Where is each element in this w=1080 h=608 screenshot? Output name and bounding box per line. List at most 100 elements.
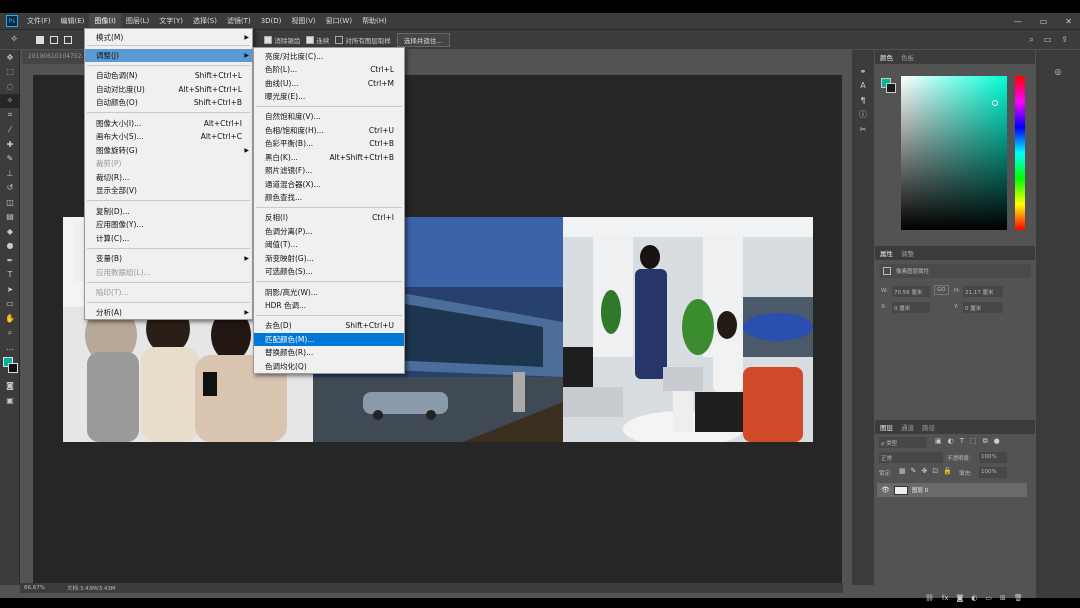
adj-desaturate[interactable]: 去色(D) Shift+Ctrl+U bbox=[254, 319, 404, 332]
crop-tool-icon[interactable]: ⌗ bbox=[0, 108, 20, 123]
hand-tool-icon[interactable]: ✋ bbox=[0, 311, 20, 326]
adj-equalize[interactable]: 色调均化(Q) bbox=[254, 360, 404, 373]
color-picker-field[interactable] bbox=[901, 76, 1007, 230]
y-field[interactable]: 0 厘米 bbox=[963, 302, 1003, 313]
adj-photo-filter[interactable]: 照片滤镜(F)... bbox=[254, 164, 404, 177]
height-field[interactable]: 21.17 厘米 bbox=[963, 286, 1003, 297]
add-mask-icon[interactable]: ◙ bbox=[957, 594, 964, 602]
adjust-filter-icon[interactable]: ◐ bbox=[948, 437, 954, 446]
blend-mode-select[interactable]: 正常 bbox=[879, 452, 943, 463]
healing-tool-icon[interactable]: ✚ bbox=[0, 137, 20, 152]
adj-invert[interactable]: 反相(I) Ctrl+I bbox=[254, 211, 404, 224]
subtract-selection-icon[interactable] bbox=[64, 35, 73, 44]
share-icon[interactable]: ⇪ bbox=[1061, 35, 1068, 45]
move-tool-icon[interactable]: ✥ bbox=[0, 50, 20, 65]
menu-window[interactable]: 窗口(W) bbox=[321, 13, 357, 29]
x-field[interactable]: 0 厘米 bbox=[892, 302, 930, 313]
new-selection-icon[interactable] bbox=[36, 35, 45, 44]
new-group-icon[interactable]: ▭ bbox=[985, 594, 992, 602]
contiguous-check[interactable]: 连续 bbox=[306, 35, 329, 45]
brush-tool-icon[interactable]: ✎ bbox=[0, 152, 20, 167]
eraser-tool-icon[interactable]: ◫ bbox=[0, 195, 20, 210]
type-filter-icon[interactable]: T bbox=[960, 437, 964, 446]
adj-posterize[interactable]: 色调分离(P)... bbox=[254, 225, 404, 238]
lock-pixels-icon[interactable]: ▦ bbox=[899, 467, 906, 475]
opacity-field[interactable]: 100% bbox=[979, 452, 1007, 463]
adj-hdr-toning[interactable]: HDR 色调... bbox=[254, 299, 404, 312]
lock-artboard-icon[interactable]: ⊡ bbox=[932, 467, 938, 475]
dodge-tool-icon[interactable]: ● bbox=[0, 239, 20, 254]
gradient-tool-icon[interactable]: ▤ bbox=[0, 210, 20, 225]
blur-tool-icon[interactable]: ◆ bbox=[0, 224, 20, 239]
width-field[interactable]: 70.56 厘米 bbox=[892, 286, 930, 297]
eye-icon[interactable]: 👁 bbox=[881, 486, 890, 494]
menu-select[interactable]: 选择(S) bbox=[188, 13, 222, 29]
layer-filter-select[interactable]: ρ 类型 bbox=[879, 437, 927, 448]
menu-3d[interactable]: 3D(D) bbox=[256, 13, 287, 29]
magic-wand-icon[interactable]: ✧ bbox=[10, 34, 18, 45]
zoom-tool-icon[interactable]: ⌕ bbox=[0, 326, 20, 341]
filter-toggle-icon[interactable]: ● bbox=[994, 437, 1000, 446]
menu-image[interactable]: 图像(I) bbox=[89, 13, 121, 29]
lasso-tool-icon[interactable]: ◌ bbox=[0, 79, 20, 94]
close-icon[interactable]: ✕ bbox=[1065, 17, 1072, 26]
menu-apply-image[interactable]: 应用图像(Y)... bbox=[85, 218, 252, 231]
menu-layer[interactable]: 图层(L) bbox=[121, 13, 154, 29]
menu-calculations[interactable]: 计算(C)... bbox=[85, 232, 252, 245]
eyedropper-tool-icon[interactable]: ⁄ bbox=[0, 123, 20, 138]
menu-file[interactable]: 文件(F) bbox=[22, 13, 56, 29]
minimize-icon[interactable]: — bbox=[1014, 17, 1022, 26]
menu-auto-contrast[interactable]: 自动对比度(U) Alt+Shift+Ctrl+L bbox=[85, 83, 252, 96]
tab-color[interactable]: 颜色 bbox=[880, 52, 893, 62]
path-select-icon[interactable]: ➤ bbox=[0, 282, 20, 297]
menu-filter[interactable]: 滤镜(T) bbox=[222, 13, 256, 29]
adj-shadows-highlights[interactable]: 阴影/高光(W)... bbox=[254, 286, 404, 299]
libraries-icon[interactable]: ◎ bbox=[1036, 64, 1080, 79]
actions-icon[interactable]: ✂ bbox=[852, 122, 874, 137]
menu-image-rotation[interactable]: 图像旋转(G) ▶ bbox=[85, 144, 252, 157]
adj-color-balance[interactable]: 色彩平衡(B)... Ctrl+B bbox=[254, 137, 404, 150]
fill-field[interactable]: 100% bbox=[979, 467, 1007, 478]
tab-swatches[interactable]: 色板 bbox=[901, 52, 914, 62]
workspace-icon[interactable]: ▭ bbox=[1044, 35, 1052, 45]
color-swatches-icon[interactable] bbox=[0, 355, 20, 379]
picker-cursor[interactable] bbox=[992, 100, 998, 106]
menu-canvas-size[interactable]: 画布大小(S)... Alt+Ctrl+C bbox=[85, 130, 252, 143]
more-tools-icon[interactable]: … bbox=[0, 340, 20, 355]
menu-analysis[interactable]: 分析(A) ▶ bbox=[85, 306, 252, 319]
adj-threshold[interactable]: 阈值(T)... bbox=[254, 238, 404, 251]
adjustment-layer-icon[interactable]: ◐ bbox=[971, 594, 977, 602]
menu-reveal-all[interactable]: 显示全部(V) bbox=[85, 184, 252, 197]
menu-auto-color[interactable]: 自动颜色(O) Shift+Ctrl+B bbox=[85, 96, 252, 109]
adj-match-color[interactable]: 匹配颜色(M)... bbox=[254, 333, 404, 346]
shape-tool-icon[interactable]: ▭ bbox=[0, 297, 20, 312]
adj-exposure[interactable]: 曝光度(E)... bbox=[254, 90, 404, 103]
menu-trim[interactable]: 裁切(R)... bbox=[85, 171, 252, 184]
tab-channels[interactable]: 通道 bbox=[901, 422, 914, 432]
link-icon[interactable]: GO bbox=[934, 285, 949, 295]
search-icon[interactable]: ⌕ bbox=[1029, 35, 1033, 45]
tab-properties[interactable]: 属性 bbox=[880, 248, 893, 258]
tab-paths[interactable]: 路径 bbox=[922, 422, 935, 432]
menu-variables[interactable]: 变量(B) ▶ bbox=[85, 252, 252, 265]
zoom-level[interactable]: 66.67% bbox=[24, 585, 45, 591]
pen-tool-icon[interactable]: ✒ bbox=[0, 253, 20, 268]
menu-auto-tone[interactable]: 自动色调(N) Shift+Ctrl+L bbox=[85, 69, 252, 82]
adj-channel-mixer[interactable]: 通道混合器(X)... bbox=[254, 178, 404, 191]
add-selection-icon[interactable] bbox=[50, 35, 59, 44]
smart-filter-icon[interactable]: ⧉ bbox=[983, 437, 988, 446]
history-icon[interactable]: ⚭ bbox=[852, 64, 874, 79]
shape-filter-icon[interactable]: ⬚ bbox=[970, 437, 977, 446]
adj-vibrance[interactable]: 自然饱和度(V)... bbox=[254, 110, 404, 123]
layer-style-icon[interactable]: fx bbox=[942, 594, 949, 602]
type-tool-icon[interactable]: T bbox=[0, 268, 20, 283]
anti-alias-check[interactable]: 消除锯齿 bbox=[264, 35, 300, 45]
menu-mode[interactable]: 模式(M) ▶ bbox=[85, 31, 252, 44]
bg-color-swatch[interactable] bbox=[886, 83, 896, 93]
adj-hue-saturation[interactable]: 色相/饱和度(H)... Ctrl+U bbox=[254, 124, 404, 137]
link-layers-icon[interactable]: ⛓ bbox=[925, 594, 934, 602]
pixel-filter-icon[interactable]: ▣ bbox=[935, 437, 942, 446]
magic-wand-tool-icon[interactable]: ✧ bbox=[0, 93, 20, 108]
paragraph-icon[interactable]: ¶ bbox=[852, 93, 874, 108]
menu-edit[interactable]: 编辑(E) bbox=[56, 13, 90, 29]
